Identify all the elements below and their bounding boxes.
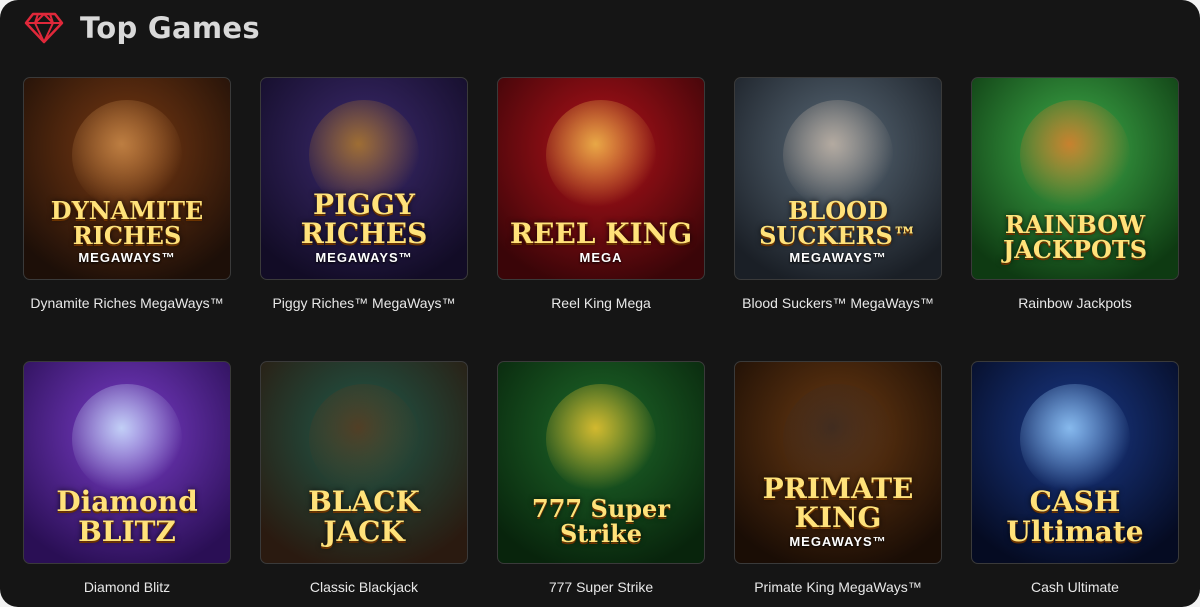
game-card-blood-suckers[interactable]: BLOOD SUCKERS™ MEGAWAYS™ Blood Suckers™ Me… [734,77,942,314]
game-thumbnail[interactable]: RAINBOW JACKPOTS [971,77,1179,280]
game-art-title: RAINBOW JACKPOTS [1002,209,1148,264]
game-art-figure [546,100,656,210]
game-card-classic-blackjack[interactable]: BLACK JACK Classic Blackjack [260,361,468,598]
game-art-subtitle: MEGAWAYS™ [789,250,887,266]
game-art-subtitle: MEGA [579,250,623,266]
game-art-figure [546,384,656,494]
game-art-title: REEL KING [509,216,693,250]
game-art-figure [783,100,893,210]
game-art-logo: REEL KING MEGA [498,219,704,265]
game-art-logo: PRIMATE KING MEGAWAYS™ [735,471,941,550]
game-art-title: PRIMATE KING [762,471,914,534]
games-grid: DYNAMITE RICHES MEGAWAYS™ Dynamite Riches … [0,0,1200,607]
game-card-rainbow-jackpots[interactable]: RAINBOW JACKPOTS Rainbow Jackpots [971,77,1179,314]
game-art-figure [72,384,182,494]
game-thumbnail[interactable]: REEL KING MEGA [497,77,705,280]
game-card-777-super-strike[interactable]: 777 Super Strike 777 Super Strike [497,361,705,598]
game-thumbnail[interactable]: BLACK JACK [260,361,468,564]
game-title[interactable]: Dynamite Riches MegaWays™ [23,292,231,314]
game-art-figure [1020,384,1130,494]
game-art-title: BLOOD SUCKERS™ [759,195,917,251]
game-art-logo: CASH Ultimate [972,487,1178,549]
game-art-logo: PIGGY RICHES MEGAWAYS™ [261,187,467,266]
game-title[interactable]: Blood Suckers™ MegaWays™ [734,292,942,314]
top-games-panel: Top Games DYNAMITE RICHES MEGAWAYS™ Dynami… [0,0,1200,607]
game-thumbnail[interactable]: DYNAMITE RICHES MEGAWAYS™ [23,77,231,280]
game-art-logo: 777 Super Strike [498,493,704,549]
game-card-diamond-blitz[interactable]: Diamond BLITZ Diamond Blitz [23,361,231,598]
game-art-title: 777 Super Strike [532,493,670,548]
game-thumbnail[interactable]: PIGGY RICHES MEGAWAYS™ [260,77,468,280]
game-art-logo: Diamond BLITZ [24,487,230,549]
game-art-title: DYNAMITE RICHES [50,195,204,251]
game-art-figure [309,384,419,494]
game-title[interactable]: Reel King Mega [497,292,705,314]
game-art-subtitle: MEGAWAYS™ [78,250,176,266]
game-art-title: PIGGY RICHES [300,187,428,250]
game-art-figure [1020,100,1130,210]
game-title[interactable]: 777 Super Strike [497,576,705,598]
game-art-title: BLACK JACK [308,485,420,548]
game-title[interactable]: Diamond Blitz [23,576,231,598]
game-art-logo: BLACK JACK [261,487,467,549]
game-card-cash-ultimate[interactable]: CASH Ultimate Cash Ultimate [971,361,1179,598]
game-art-logo: DYNAMITE RICHES MEGAWAYS™ [24,198,230,265]
game-art-logo: BLOOD SUCKERS™ MEGAWAYS™ [735,198,941,265]
game-title[interactable]: Cash Ultimate [971,576,1179,598]
game-card-primate-king[interactable]: PRIMATE KING MEGAWAYS™ Primate King MegaWa… [734,361,942,598]
game-card-dynamite-riches[interactable]: DYNAMITE RICHES MEGAWAYS™ Dynamite Riches … [23,77,231,314]
game-title[interactable]: Rainbow Jackpots [971,292,1179,314]
game-art-logo: RAINBOW JACKPOTS [972,209,1178,265]
game-thumbnail[interactable]: PRIMATE KING MEGAWAYS™ [734,361,942,564]
game-thumbnail[interactable]: BLOOD SUCKERS™ MEGAWAYS™ [734,77,942,280]
game-card-piggy-riches[interactable]: PIGGY RICHES MEGAWAYS™ Piggy Riches™ MegaW… [260,77,468,314]
game-art-figure [72,100,182,210]
game-title[interactable]: Primate King MegaWays™ [734,576,942,598]
game-art-subtitle: MEGAWAYS™ [789,534,887,550]
game-art-title: CASH Ultimate [1006,485,1144,548]
game-art-subtitle: MEGAWAYS™ [315,250,413,266]
game-title[interactable]: Classic Blackjack [260,576,468,598]
game-art-title: Diamond BLITZ [56,485,198,548]
game-thumbnail[interactable]: CASH Ultimate [971,361,1179,564]
game-card-reel-king-mega[interactable]: REEL KING MEGA Reel King Mega [497,77,705,314]
game-thumbnail[interactable]: Diamond BLITZ [23,361,231,564]
game-thumbnail[interactable]: 777 Super Strike [497,361,705,564]
game-title[interactable]: Piggy Riches™ MegaWays™ [260,292,468,314]
